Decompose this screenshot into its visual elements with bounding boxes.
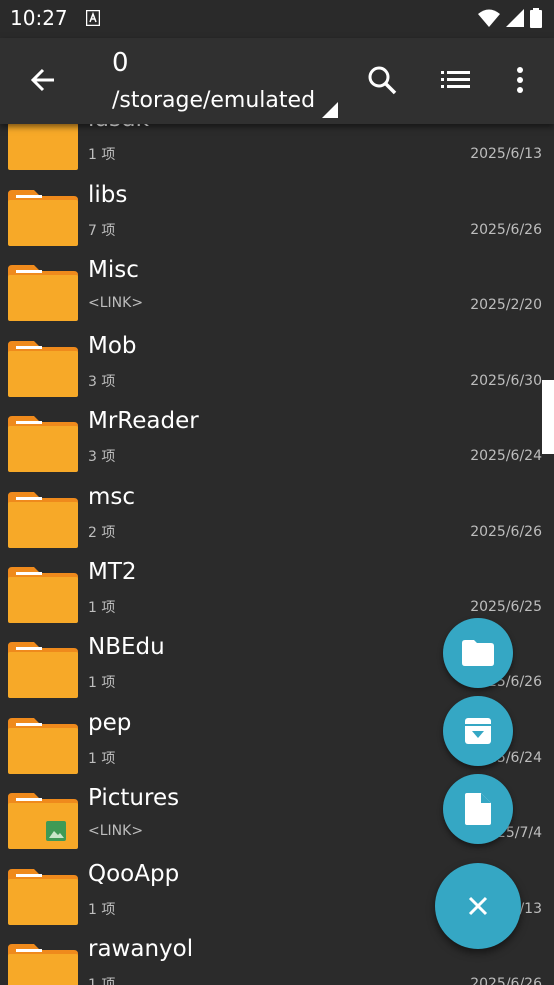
app-bar: 0 /storage/emulated: [0, 38, 554, 124]
scrollbar-thumb[interactable]: [542, 380, 554, 454]
file-name: QooApp: [88, 861, 180, 887]
file-meta: 1 项: [88, 600, 116, 616]
file-date: 2025/6/30: [470, 373, 542, 389]
file-meta: 1 项: [88, 902, 116, 918]
search-icon[interactable]: [362, 60, 402, 100]
file-meta: 1 项: [88, 977, 116, 985]
notification-a-icon: [86, 10, 100, 26]
file-date: 2025/6/13: [470, 146, 542, 162]
file-meta: 3 项: [88, 374, 116, 390]
new-file-button[interactable]: [443, 774, 513, 844]
list-item[interactable]: Mob 3 项 2025/6/30: [0, 331, 554, 406]
file-name: rawanyol: [88, 936, 194, 962]
status-bar: 10:27: [0, 0, 554, 38]
folder-icon: [8, 492, 78, 548]
wifi-icon: [478, 9, 500, 27]
file-name: libs: [88, 182, 128, 208]
file-meta: 2 项: [88, 525, 116, 541]
file-date: 2025/6/26: [470, 976, 542, 985]
file-meta: 3 项: [88, 449, 116, 465]
file-icon: [465, 793, 491, 825]
file-date: 2025/6/24: [470, 448, 542, 464]
list-item[interactable]: MrReader 3 项 2025/6/24: [0, 406, 554, 481]
file-meta: <LINK>: [88, 295, 144, 311]
file-date: 2025/6/26: [470, 524, 542, 540]
file-date: 2025/6/25: [470, 599, 542, 615]
file-meta: <LINK>: [88, 823, 144, 839]
list-item[interactable]: libs 7 项 2025/6/26: [0, 180, 554, 255]
file-meta: 1 项: [88, 675, 116, 691]
list-item[interactable]: Misc <LINK> 2025/2/20: [0, 255, 554, 330]
folder-icon: [462, 640, 494, 666]
folder-icon: [8, 944, 78, 985]
file-name: NBEdu: [88, 634, 165, 660]
file-name: idsdk: [88, 124, 149, 132]
back-arrow-icon[interactable]: [22, 58, 66, 102]
file-meta: 1 项: [88, 751, 116, 767]
folder-icon: [8, 265, 78, 321]
archive-button[interactable]: [443, 696, 513, 766]
file-name: MrReader: [88, 408, 199, 434]
list-item[interactable]: idsdk 1 项 2025/6/13: [0, 124, 554, 179]
folder-icon: [8, 718, 78, 774]
pictures-folder-icon: [8, 793, 78, 849]
close-fab-button[interactable]: [435, 863, 521, 949]
folder-icon: [8, 341, 78, 397]
file-name: pep: [88, 710, 132, 736]
file-name: Pictures: [88, 785, 180, 811]
folder-icon: [8, 642, 78, 698]
page-title: 0: [112, 48, 129, 78]
file-name: Mob: [88, 333, 137, 359]
file-name: Misc: [88, 257, 139, 283]
battery-icon: [530, 8, 542, 28]
status-time: 10:27: [10, 6, 68, 30]
cell-signal-icon: [506, 9, 524, 27]
list-view-icon[interactable]: [436, 60, 476, 100]
archive-icon: [465, 718, 491, 744]
close-icon: [468, 896, 488, 916]
file-date: 2025/6/26: [470, 222, 542, 238]
folder-icon: [8, 869, 78, 925]
file-name: MT2: [88, 559, 137, 585]
file-name: msc: [88, 484, 136, 510]
path-selector[interactable]: /storage/emulated: [112, 88, 315, 113]
folder-icon: [8, 124, 78, 170]
folder-icon: [8, 567, 78, 623]
dropdown-triangle-icon[interactable]: [322, 102, 338, 118]
file-list: idsdk 1 项 2025/6/13 libs 7 项 2025/6/26 M…: [0, 124, 554, 985]
folder-icon: [8, 416, 78, 472]
file-date: 2025/2/20: [470, 297, 542, 313]
folder-icon: [8, 190, 78, 246]
file-meta: 1 项: [88, 147, 116, 163]
list-item[interactable]: msc 2 项 2025/6/26: [0, 482, 554, 557]
new-folder-button[interactable]: [443, 618, 513, 688]
file-meta: 7 项: [88, 223, 116, 239]
more-vert-icon[interactable]: [500, 60, 540, 100]
